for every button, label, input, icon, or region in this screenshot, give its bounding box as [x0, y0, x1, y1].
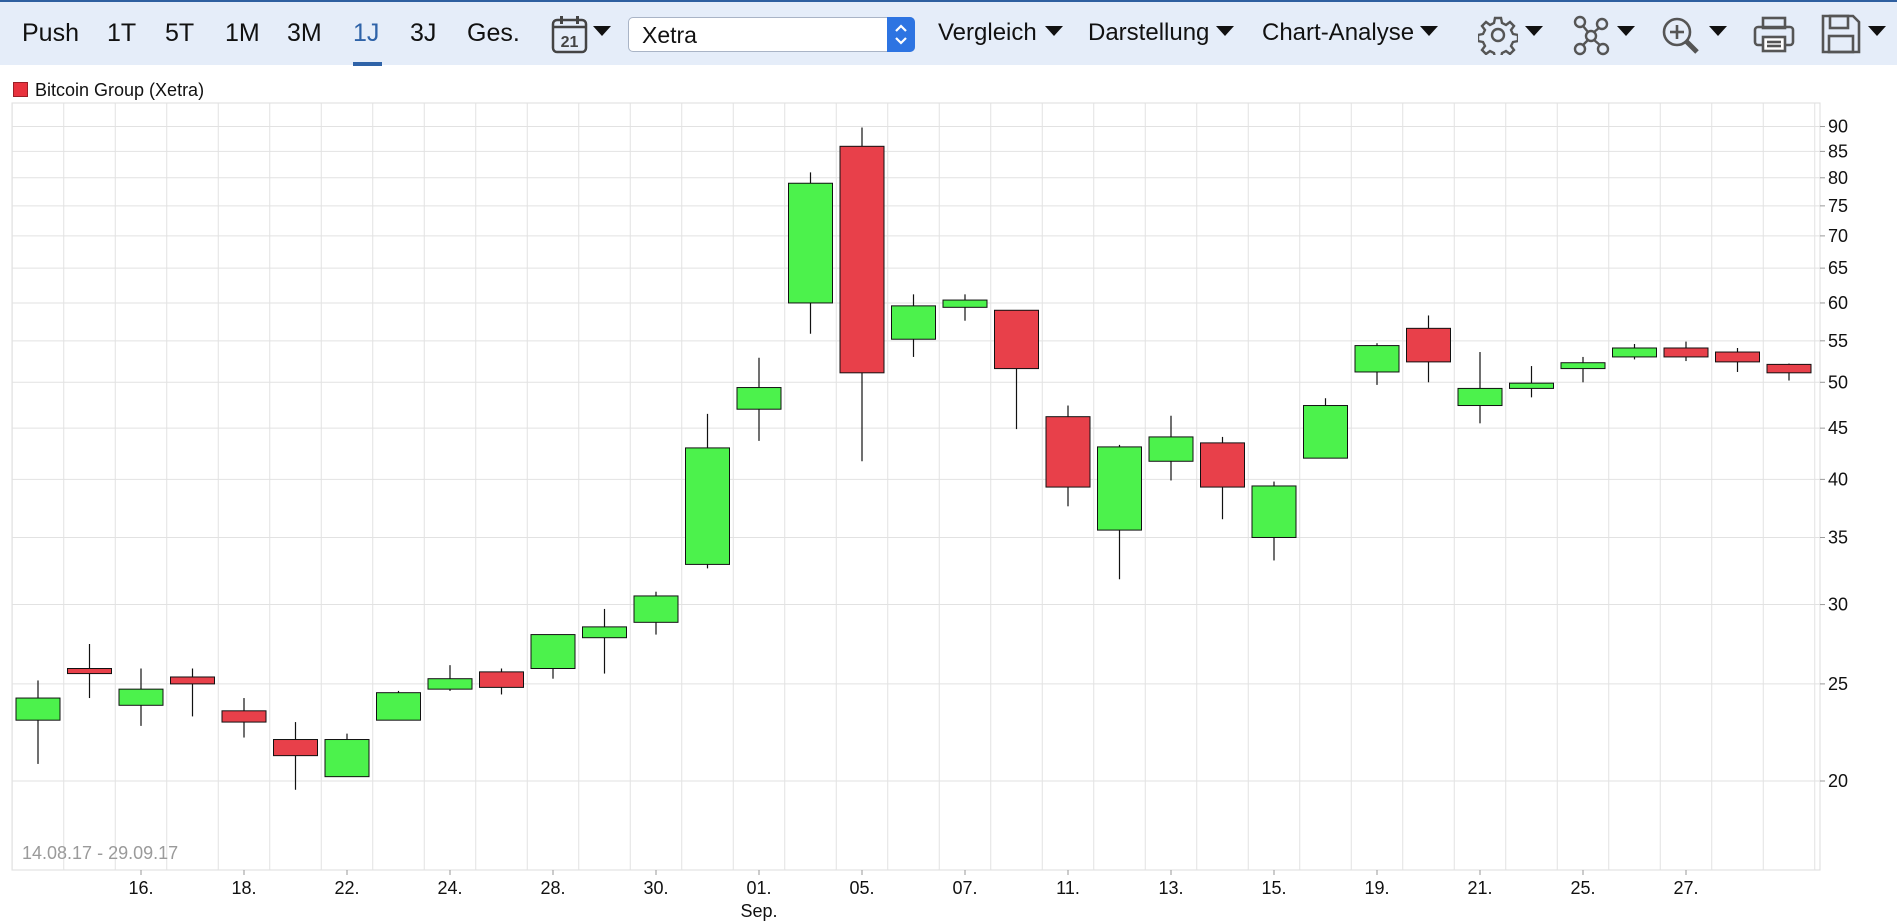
candle-body [1097, 446, 1142, 531]
candle-body [1045, 416, 1091, 488]
candle-body [942, 299, 988, 308]
x-tick-label: 11. [1056, 878, 1080, 898]
candle-body [530, 634, 576, 670]
candle-body [1612, 347, 1657, 358]
x-tick-label: 24. [437, 878, 462, 898]
candle-body [1457, 387, 1503, 407]
y-tick-label: 30 [1828, 595, 1848, 615]
y-tick-label: 65 [1828, 258, 1848, 278]
candle-body [1148, 436, 1194, 462]
candle-body [788, 182, 833, 304]
y-tick-label: 55 [1828, 331, 1848, 351]
candle-body [1509, 382, 1554, 389]
y-tick-label: 90 [1828, 117, 1848, 137]
candle-body [891, 305, 936, 340]
x-tick-label: 25. [1570, 878, 1595, 898]
x-tick-label: 05. [849, 878, 874, 898]
x-tick-label: 22. [334, 878, 359, 898]
x-tick-label: 16. [128, 878, 153, 898]
y-tick-label: 75 [1828, 196, 1848, 216]
candle-body [1251, 485, 1297, 538]
x-tick-label: 15. [1261, 878, 1286, 898]
candle-body [324, 739, 370, 778]
x-tick-label: 27. [1673, 878, 1698, 898]
candle-body [582, 626, 627, 639]
x-tick-label: 19. [1364, 878, 1389, 898]
date-range-label: 14.08.17 - 29.09.17 [22, 843, 178, 863]
candle-body [221, 710, 267, 723]
candle-body [1766, 363, 1812, 374]
x-tick-label: 28. [540, 878, 565, 898]
x-tick-label: 18. [231, 878, 256, 898]
x-tick-label: 01. [746, 878, 771, 898]
candle-body [1663, 347, 1709, 358]
candle-body [273, 739, 318, 757]
y-tick-label: 35 [1828, 527, 1848, 547]
candle-body [15, 697, 61, 721]
candle-body [633, 595, 679, 623]
y-tick-label: 45 [1828, 418, 1848, 438]
candlestick-chart: 20 25 30 35 40 45 50 55 60 65 70 75 80 85 90 16. 18. 22. 2… [11, 102, 1848, 921]
x-tick-sublabel: Sep. [740, 901, 777, 921]
candle-body [1560, 362, 1606, 370]
candle-body [994, 309, 1039, 370]
candle-body [839, 145, 885, 374]
y-tick-label: 85 [1828, 141, 1848, 161]
candle-body [67, 668, 112, 675]
candle-body [736, 387, 782, 410]
y-tick-label: 80 [1828, 168, 1848, 188]
y-tick-label: 20 [1828, 771, 1848, 791]
candle-body [118, 688, 164, 706]
x-tick-label: 13. [1158, 878, 1183, 898]
y-tick-label: 25 [1828, 674, 1848, 694]
candle-body [1303, 405, 1348, 459]
candle-body [170, 676, 215, 685]
candle-body [1406, 327, 1451, 363]
candle-body [1715, 351, 1760, 363]
x-tick-label: 30. [643, 878, 668, 898]
y-tick-label: 60 [1828, 293, 1848, 313]
y-tick-label: 50 [1828, 372, 1848, 392]
x-tick-label: 07. [952, 878, 977, 898]
y-tick-label: 40 [1828, 469, 1848, 489]
x-tick-label: 21. [1467, 878, 1492, 898]
candle-body [376, 692, 421, 721]
y-tick-label: 70 [1828, 226, 1848, 246]
candle-body [685, 447, 730, 565]
candle-body [479, 671, 524, 688]
candle-body [1354, 345, 1400, 373]
candle-body [1200, 442, 1245, 488]
candle-body [427, 678, 473, 690]
